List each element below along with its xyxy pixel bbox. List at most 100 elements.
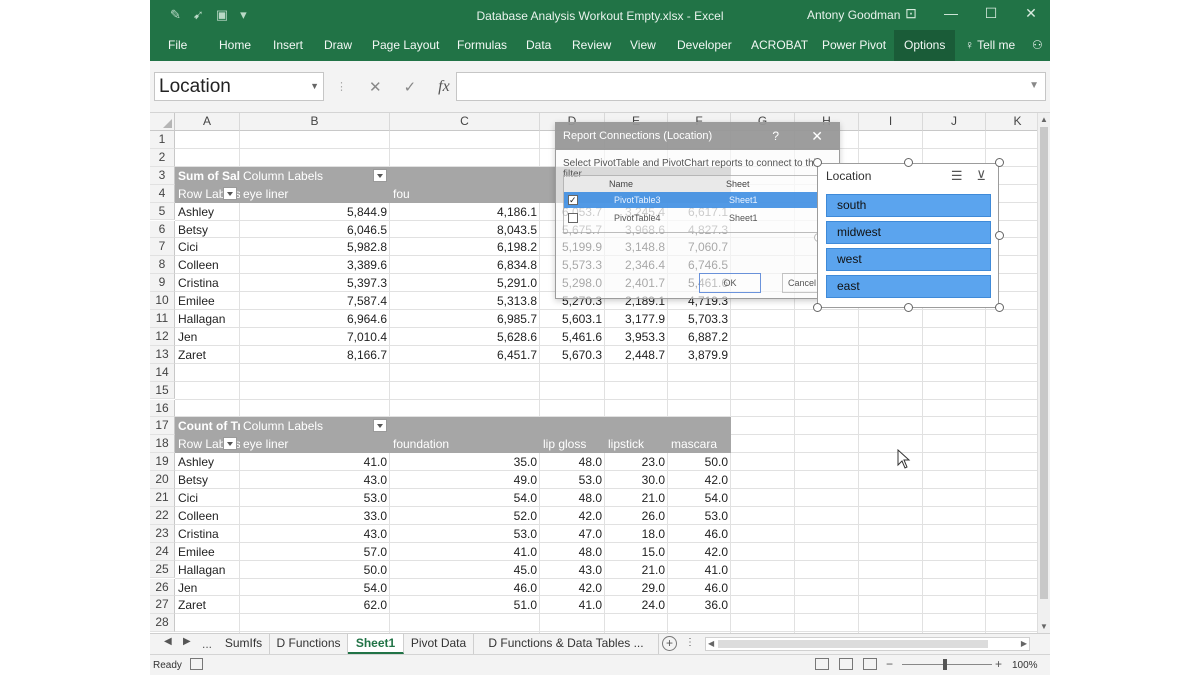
next-sheet-icon[interactable]: ▶ xyxy=(183,636,191,647)
row-header[interactable]: 12 xyxy=(150,327,175,346)
filter-dropdown-button[interactable] xyxy=(223,437,237,451)
page-layout-view-icon[interactable] xyxy=(839,658,853,670)
pivot-value[interactable]: 33.0 xyxy=(240,507,390,525)
insert-function-icon[interactable]: fx xyxy=(438,78,450,96)
row-header[interactable]: 17 xyxy=(150,417,175,436)
pivot-value[interactable]: 48.0 xyxy=(540,543,605,561)
slicer-handle[interactable] xyxy=(995,231,1004,240)
pivot-value[interactable]: 46.0 xyxy=(668,525,731,543)
expand-formula-icon[interactable]: ▼ xyxy=(1029,80,1039,91)
row-header[interactable]: 28 xyxy=(150,614,175,633)
row-header[interactable]: 10 xyxy=(150,292,175,310)
name-box[interactable]: Location ▼ xyxy=(154,72,324,101)
pivot-value[interactable]: 42.0 xyxy=(540,507,605,525)
help-icon[interactable]: ? xyxy=(772,123,779,150)
connection-item[interactable]: PivotTable3 Sheet1 xyxy=(564,192,832,208)
pivot-value[interactable]: 5,844.9 xyxy=(240,203,390,221)
pivot-value[interactable]: 6,834.8 xyxy=(390,256,540,274)
column-header[interactable]: C xyxy=(390,113,540,131)
pivot-value[interactable]: 5,703.3 xyxy=(668,310,731,328)
pivot-value[interactable]: 50.0 xyxy=(668,453,731,471)
tab-acrobat[interactable]: ACROBAT xyxy=(751,30,808,61)
cancel-button[interactable]: Cancel xyxy=(782,273,822,293)
pivot-value[interactable]: 3,177.9 xyxy=(605,310,668,328)
pivot-row-label[interactable]: Jen xyxy=(175,579,240,597)
pivot-value[interactable]: 57.0 xyxy=(240,543,390,561)
slicer-handle[interactable] xyxy=(995,303,1004,312)
tab-insert[interactable]: Insert xyxy=(273,30,303,61)
zoom-out-icon[interactable]: − xyxy=(886,657,893,671)
row-header[interactable]: 3 xyxy=(150,166,175,185)
ok-button[interactable]: OK xyxy=(699,273,761,293)
more-sheets-left[interactable]: ... xyxy=(202,637,212,651)
pivot-row-label[interactable]: Hallagan xyxy=(175,561,240,579)
pen-icon[interactable]: ✎ xyxy=(170,7,181,23)
pivot-value[interactable]: 48.0 xyxy=(540,489,605,507)
connection-checkbox[interactable] xyxy=(568,213,578,223)
pivot-value[interactable]: 51.0 xyxy=(390,596,540,614)
cancel-icon[interactable]: ✕ xyxy=(369,78,382,96)
zoom-level[interactable]: 100% xyxy=(1012,660,1038,671)
tell-me-search[interactable]: ♀ Tell me xyxy=(965,30,1015,61)
pivot-row-label[interactable]: Zaret xyxy=(175,346,240,364)
location-slicer[interactable]: Location ☰ ⊻ south midwest west east xyxy=(817,163,999,308)
scroll-right-icon[interactable]: ▶ xyxy=(1021,639,1027,648)
pivot-value[interactable]: 49.0 xyxy=(390,471,540,489)
pivot-value[interactable]: 42.0 xyxy=(540,579,605,597)
close-icon[interactable]: ✕ xyxy=(1022,5,1040,22)
pivot-value[interactable]: 29.0 xyxy=(605,579,668,597)
tab-home[interactable]: Home xyxy=(219,30,251,61)
pivot-value[interactable]: 24.0 xyxy=(605,596,668,614)
user-name[interactable]: Antony Goodman xyxy=(807,8,900,22)
pivot-value[interactable]: 2,448.7 xyxy=(605,346,668,364)
slicer-handle[interactable] xyxy=(995,158,1004,167)
slicer-handle[interactable] xyxy=(813,303,822,312)
row-header[interactable]: 24 xyxy=(150,542,175,561)
column-header[interactable]: A xyxy=(175,113,240,131)
pivot-value[interactable]: 5,603.1 xyxy=(540,310,605,328)
pivot-value[interactable]: 3,389.6 xyxy=(240,256,390,274)
row-header[interactable]: 16 xyxy=(150,399,175,418)
macro-record-icon[interactable] xyxy=(190,658,203,670)
pivot-value[interactable]: 53.0 xyxy=(240,489,390,507)
column-header[interactable]: B xyxy=(240,113,390,131)
row-header[interactable]: 1 xyxy=(150,131,175,149)
row-header[interactable]: 18 xyxy=(150,435,175,454)
pivot-value[interactable]: 5,397.3 xyxy=(240,274,390,292)
pivot-value[interactable]: 53.0 xyxy=(668,507,731,525)
tab-file[interactable]: File xyxy=(168,30,187,61)
tab-power-pivot[interactable]: Power Pivot xyxy=(822,30,886,61)
pivot-value[interactable]: 6,887.2 xyxy=(668,328,731,346)
connection-checkbox[interactable] xyxy=(568,192,578,208)
pivot-title[interactable]: Count of Trans xyxy=(175,417,240,436)
pivot-value[interactable]: 46.0 xyxy=(668,579,731,597)
pivot-value[interactable]: 5,628.6 xyxy=(390,328,540,346)
clear-filter-icon[interactable]: ⊻ xyxy=(976,168,986,184)
pivot-column-header[interactable]: mascara xyxy=(668,435,731,454)
pivot-row-label[interactable]: Colleen xyxy=(175,256,240,274)
pivot-value[interactable]: 21.0 xyxy=(605,489,668,507)
connection-item[interactable]: PivotTable4 Sheet1 xyxy=(564,210,832,226)
sheet-tab-pivot-data[interactable]: Pivot Data xyxy=(404,634,474,654)
pivot-row-label[interactable]: Ashley xyxy=(175,203,240,221)
pivot-value[interactable]: 41.0 xyxy=(668,561,731,579)
filter-dropdown-button[interactable] xyxy=(223,186,237,200)
column-header[interactable]: I xyxy=(859,113,923,131)
enter-icon[interactable]: ✓ xyxy=(404,78,417,96)
pivot-column-header[interactable]: lipstick xyxy=(605,435,668,454)
pivot-value[interactable]: 43.0 xyxy=(240,525,390,543)
pivot-column-header[interactable]: lip gloss xyxy=(540,435,605,454)
pivot-row-label[interactable]: Emilee xyxy=(175,292,240,310)
row-header[interactable]: 20 xyxy=(150,471,175,489)
pivot-row-label[interactable]: Jen xyxy=(175,328,240,346)
pivot-value[interactable]: 36.0 xyxy=(668,596,731,614)
pivot-value[interactable]: 6,451.7 xyxy=(390,346,540,364)
row-header[interactable]: 14 xyxy=(150,363,175,382)
pivot-value[interactable]: 48.0 xyxy=(540,453,605,471)
previous-sheet-icon[interactable]: ◀ xyxy=(164,636,172,647)
pivot-row-label[interactable]: Cici xyxy=(175,238,240,256)
report-connections-dialog[interactable]: Report Connections (Location) ? ✕ Select… xyxy=(555,122,840,299)
scroll-thumb[interactable] xyxy=(1040,127,1048,599)
row-header[interactable]: 7 xyxy=(150,238,175,257)
new-sheet-icon[interactable]: + xyxy=(662,636,677,651)
